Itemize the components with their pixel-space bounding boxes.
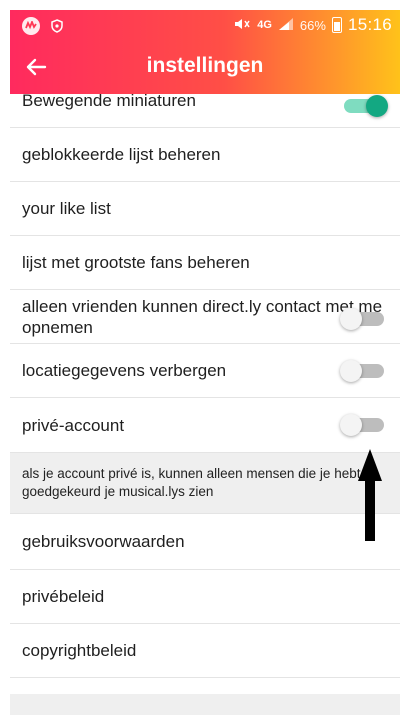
status-bar: 4G 66% 15:16 (10, 10, 400, 40)
screen: 4G 66% 15:16 instellingen Bewegende mini… (10, 10, 400, 715)
private-account-toggle[interactable] (340, 414, 384, 436)
link-label: copyrightbeleid (22, 641, 137, 660)
signal-icon (278, 17, 294, 34)
hide-location-toggle[interactable] (340, 360, 384, 382)
shield-icon (50, 18, 64, 34)
setting-label: locatiegegevens verbergen (22, 361, 227, 380)
setting-moving-thumbnails[interactable]: Bewegende miniaturen (10, 91, 400, 128)
setting-label: alleen vrienden kunnen direct.ly contact… (22, 296, 383, 337)
setting-like-list[interactable]: your like list (10, 182, 400, 236)
app-icon (22, 17, 40, 35)
setting-label: your like list (22, 199, 111, 218)
arrow-up-icon (358, 449, 382, 541)
setting-label: privé-account (22, 415, 125, 435)
toolbar: instellingen (10, 40, 400, 94)
setting-private-account[interactable]: privé-account (10, 398, 400, 453)
battery-percentage: 66% (299, 17, 326, 33)
footer-spacer (10, 694, 400, 715)
setting-blocked-list[interactable]: geblokkeerde lijst beheren (10, 128, 400, 182)
moving-thumbnails-toggle[interactable] (344, 95, 388, 117)
setting-label: geblokkeerde lijst beheren (22, 145, 221, 164)
battery-icon (331, 17, 342, 33)
page-title: instellingen (146, 54, 264, 77)
mute-icon (233, 17, 251, 34)
setting-label: lijst met grootste fans beheren (22, 253, 250, 272)
setting-top-fans[interactable]: lijst met grootste fans beheren (10, 236, 400, 290)
setting-label: Bewegende miniaturen (22, 91, 196, 110)
link-label: privébeleid (22, 587, 105, 606)
link-terms-of-use[interactable]: gebruiksvoorwaarden (10, 514, 400, 570)
clock: 15:16 (347, 15, 392, 34)
link-privacy-policy[interactable]: privébeleid (10, 570, 400, 624)
network-type: 4G (257, 19, 272, 31)
setting-hide-location[interactable]: locatiegegevens verbergen (10, 344, 400, 398)
settings-list: Bewegende miniaturen geblokkeerde lijst … (10, 91, 400, 715)
app-header: 4G 66% 15:16 instellingen (10, 10, 400, 94)
private-account-note: als je account privé is, kunnen alleen m… (10, 453, 400, 514)
link-label: gebruiksvoorwaarden (22, 532, 185, 551)
friends-contact-toggle[interactable] (340, 308, 384, 330)
link-copyright-policy[interactable]: copyrightbeleid (10, 624, 400, 678)
setting-friends-contact[interactable]: alleen vrienden kunnen direct.ly contact… (10, 290, 400, 344)
